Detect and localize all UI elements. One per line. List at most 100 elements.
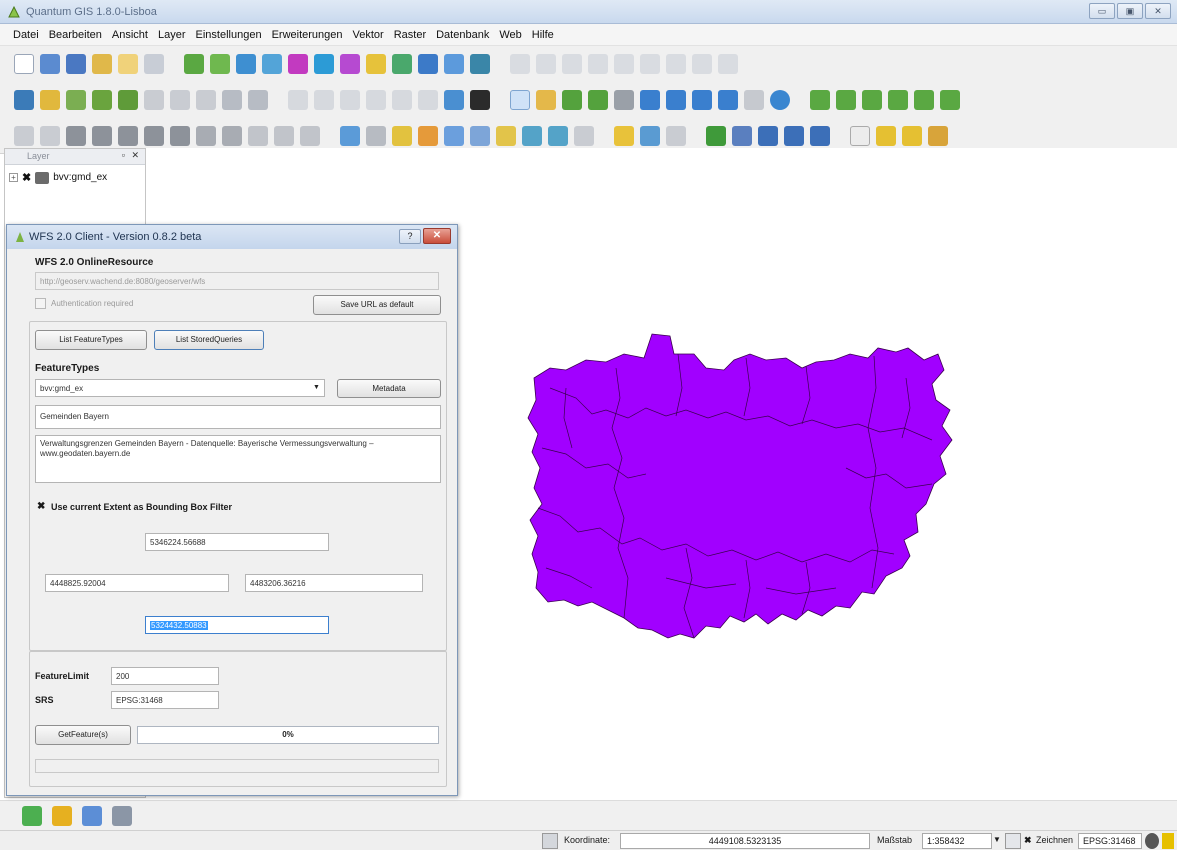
render-checkbox[interactable]: ✖ [1024,833,1032,849]
save-project-icon[interactable] [66,54,86,74]
delete-part-icon[interactable] [144,125,164,146]
warning-icon[interactable] [1162,833,1174,849]
zoom-last-icon[interactable] [718,90,738,110]
stop-render-icon[interactable] [1005,833,1021,849]
add-gpx-icon[interactable] [470,54,490,74]
menu-hilfe[interactable]: Hilfe [527,29,559,41]
add-mssql-layer-icon[interactable] [288,54,308,74]
zoom-next-icon[interactable] [744,90,764,110]
plugin-b-icon[interactable] [82,805,102,826]
featurelimit-field[interactable]: 200 [111,667,219,685]
add-wcs-layer-icon[interactable] [340,54,360,74]
plugin-icon[interactable] [40,90,60,110]
select-features-icon[interactable] [392,125,412,146]
paste-features-icon[interactable] [718,54,738,74]
add-ring-icon[interactable] [66,125,86,146]
new-bookmark-icon[interactable] [522,125,542,146]
bbox-west-field[interactable]: 4448825.92004 [45,574,229,592]
zoom-native-icon[interactable] [614,90,634,110]
add-feature-icon[interactable] [562,54,582,74]
gps-tools-icon[interactable] [640,125,660,146]
save-as-icon[interactable] [92,54,112,74]
split-features-icon[interactable] [248,125,268,146]
menu-erweiterungen[interactable]: Erweiterungen [267,29,348,41]
python-console-icon[interactable] [14,90,34,110]
plugin-tool-1-icon[interactable] [876,125,896,146]
show-bookmarks-icon[interactable] [548,125,568,146]
georeferencer-icon[interactable] [614,125,634,146]
coordinate-capture-icon[interactable] [666,125,686,146]
simplify-icon[interactable] [222,125,242,146]
menu-layer[interactable]: Layer [153,29,191,41]
digitize-tool-1-icon[interactable] [810,90,830,110]
zoom-out-icon[interactable] [588,90,608,110]
menu-bearbeiten[interactable]: Bearbeiten [44,29,107,41]
crs-globe-icon[interactable] [1145,833,1159,849]
move-feature-icon[interactable] [588,54,608,74]
zoom-to-selection-icon[interactable] [666,90,686,110]
node-tool-icon[interactable] [614,54,634,74]
digitize-tool-2-icon[interactable] [836,90,856,110]
copy-features-icon[interactable] [692,54,712,74]
add-wms-layer-icon[interactable] [314,54,334,74]
help-button[interactable]: ? [399,229,421,244]
maximize-button[interactable]: ▣ [1117,3,1143,19]
reshape-icon[interactable] [170,125,190,146]
add-delimited-text-icon[interactable] [366,54,386,74]
scale-combobox[interactable]: 1:358432 [922,833,992,849]
save-edits-icon[interactable] [536,54,556,74]
add-spatialite-layer-icon[interactable] [262,54,282,74]
bbox-north-field[interactable]: 5346224.56688 [145,533,329,551]
zoom-in-icon[interactable] [562,90,582,110]
online-resource-url-field[interactable]: http://geoserv.wachend.de:8080/geoserver… [35,272,439,290]
menu-vektor[interactable]: Vektor [348,29,389,41]
list-featuretypes-button[interactable]: List FeatureTypes [35,330,147,350]
refresh-icon[interactable] [770,90,790,110]
grass-tools-4-icon[interactable] [784,125,804,146]
add-part-icon[interactable] [92,125,112,146]
map-tips-bubble-icon[interactable] [496,125,516,146]
layer-tool-6-icon[interactable] [196,90,216,110]
print-icon[interactable] [144,54,164,74]
feature-title-field[interactable]: Gemeinden Bayern [35,405,441,429]
map-tips-icon[interactable] [470,90,490,110]
toggle-editing-icon[interactable] [510,54,530,74]
save-url-default-button[interactable]: Save URL as default [313,295,441,315]
layer-tool-4-icon[interactable] [144,90,164,110]
new-spatialite-icon[interactable] [444,54,464,74]
new-project-icon[interactable] [14,54,34,74]
undo-icon[interactable] [14,125,34,146]
grass-tools-1-icon[interactable] [706,125,726,146]
layer-visibility-checkbox[interactable]: ✖ [22,171,31,184]
zoom-full-icon[interactable] [640,90,660,110]
minimize-button[interactable]: ▭ [1089,3,1115,19]
menu-raster[interactable]: Raster [389,29,431,41]
add-wfs-layer-icon[interactable] [392,54,412,74]
wfs-client-icon[interactable] [52,805,72,826]
grass-tools-2-icon[interactable] [732,125,752,146]
delete-selected-icon[interactable] [640,54,660,74]
delete-ring-icon[interactable] [118,125,138,146]
measure-line-icon[interactable] [470,125,490,146]
auth-required-checkbox[interactable] [35,298,46,309]
label-tool-3-icon[interactable] [340,90,360,110]
plugin-c-icon[interactable] [112,805,132,826]
scale-dropdown-icon[interactable]: ▼ [993,833,1003,849]
crs-status[interactable]: EPSG:31468 [1078,833,1142,849]
open-attribute-table-icon[interactable] [444,125,464,146]
layer-tool-5-icon[interactable] [170,90,190,110]
close-window-button[interactable]: ✕ [1145,3,1171,19]
cut-features-icon[interactable] [666,54,686,74]
layer-tool-1-icon[interactable] [66,90,86,110]
add-vector-layer-icon[interactable] [184,54,204,74]
label-tool-5-icon[interactable] [392,90,412,110]
label-tool-6-icon[interactable] [418,90,438,110]
layers-panel-buttons[interactable]: ▫ ✕ [122,150,141,161]
zoom-to-layer-icon[interactable] [692,90,712,110]
menu-datei[interactable]: Datei [8,29,44,41]
bbox-south-field[interactable]: 5324432.50883 [145,616,329,634]
dialog-close-button[interactable]: ✕ [423,228,451,244]
menu-web[interactable]: Web [494,29,526,41]
plugin-tool-3-icon[interactable] [928,125,948,146]
add-raster-layer-icon[interactable] [210,54,230,74]
